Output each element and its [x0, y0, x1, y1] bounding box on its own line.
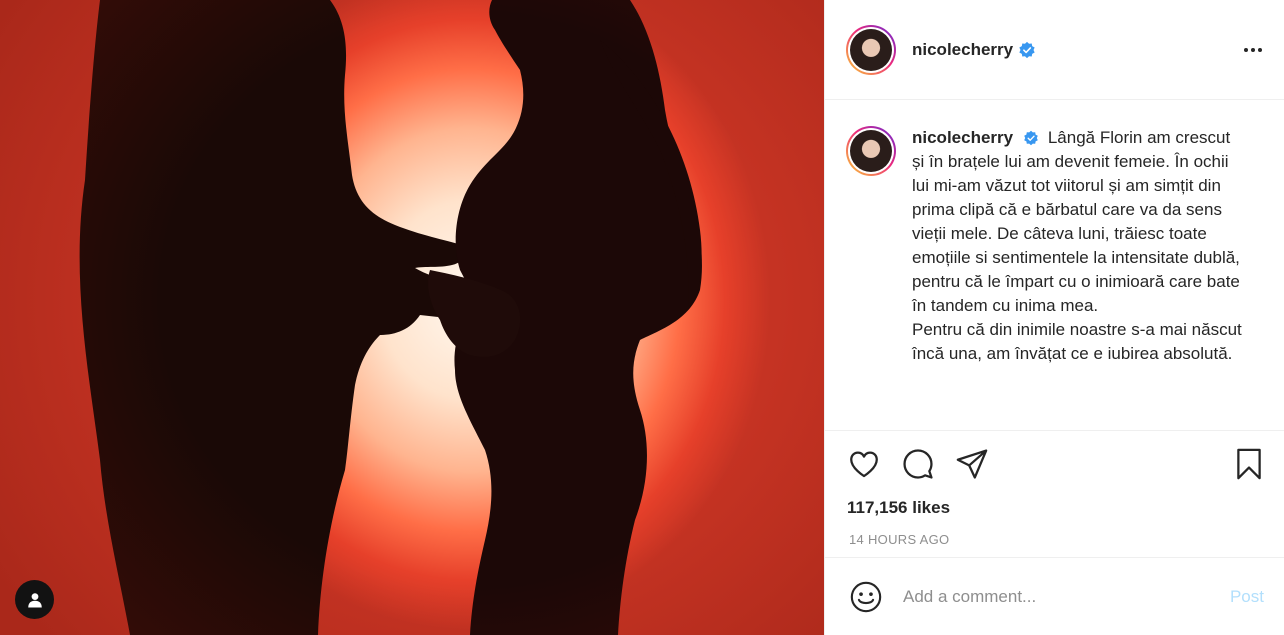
- post-comment-button[interactable]: Post: [1230, 587, 1264, 607]
- caption-avatar-image: [850, 130, 892, 172]
- post-photo[interactable]: [0, 0, 824, 635]
- bookmark-icon: [1237, 448, 1261, 480]
- share-button[interactable]: [955, 447, 989, 481]
- comment-input[interactable]: [903, 586, 1230, 607]
- heart-icon: [850, 451, 878, 478]
- user-tag-icon: [27, 592, 42, 607]
- caption-section: nicolecherry Lângă Florin am crescut și …: [825, 100, 1284, 431]
- avatar-image: [850, 28, 892, 71]
- header-username[interactable]: nicolecherry: [912, 40, 1013, 60]
- likes-count[interactable]: 117,156 likes: [825, 497, 1284, 525]
- smiley-icon[interactable]: [849, 580, 883, 614]
- comment-bar: Post: [825, 558, 1284, 635]
- post-timestamp[interactable]: 14 HOURS AGO: [825, 525, 1284, 558]
- more-options-icon[interactable]: [1242, 42, 1264, 58]
- verified-badge-icon: [1023, 130, 1039, 146]
- tagged-users-button[interactable]: [15, 580, 54, 619]
- comment-icon: [903, 449, 933, 479]
- verified-badge-icon: [1018, 41, 1036, 59]
- caption-username[interactable]: nicolecherry: [912, 128, 1013, 147]
- action-bar: [825, 431, 1284, 497]
- save-button[interactable]: [1232, 446, 1266, 482]
- avatar[interactable]: [846, 24, 896, 75]
- paper-plane-icon: [956, 449, 988, 479]
- post-side-panel: nicolecherry nicolecherry Lângă Florin a…: [824, 0, 1284, 635]
- caption-body: Lângă Florin am crescut și în brațele lu…: [912, 128, 1242, 363]
- caption-text: nicolecherry Lângă Florin am crescut și …: [912, 126, 1242, 430]
- post-header: nicolecherry: [825, 0, 1284, 100]
- caption-avatar[interactable]: [846, 126, 896, 176]
- couple-silhouette-image: [79, 0, 702, 635]
- comment-button[interactable]: [901, 447, 935, 481]
- instagram-post: nicolecherry nicolecherry Lângă Florin a…: [0, 0, 1284, 635]
- like-button[interactable]: [847, 447, 881, 481]
